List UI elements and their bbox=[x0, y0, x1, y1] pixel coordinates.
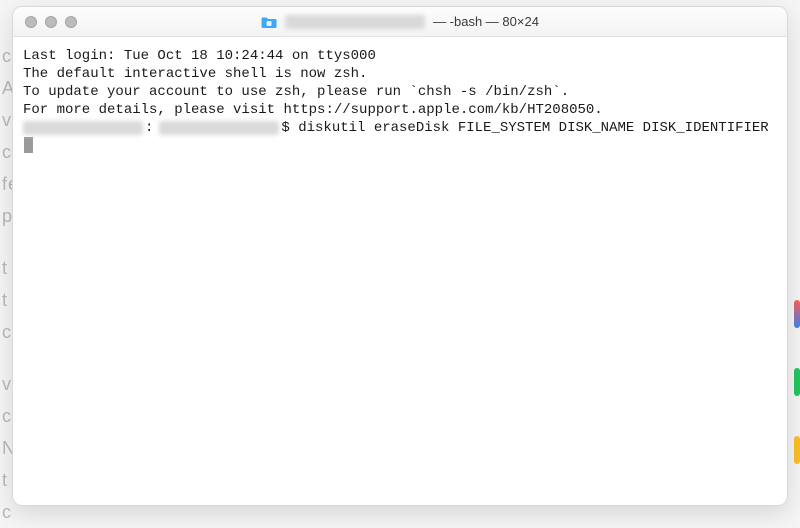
zsh-notice-line: To update your account to use zsh, pleas… bbox=[23, 83, 777, 101]
path-redacted bbox=[159, 121, 279, 135]
close-icon[interactable] bbox=[25, 16, 37, 28]
last-login-line: Last login: Tue Oct 18 10:24:44 on ttys0… bbox=[23, 47, 777, 65]
title-redacted bbox=[285, 15, 425, 29]
prompt-line: :$ diskutil eraseDisk FILE_SYSTEM DISK_N… bbox=[23, 119, 777, 153]
window-title: — -bash — 80×24 bbox=[261, 14, 539, 29]
title-suffix: — -bash — 80×24 bbox=[433, 14, 539, 29]
folder-icon bbox=[261, 15, 277, 29]
terminal-window: — -bash — 80×24 Last login: Tue Oct 18 1… bbox=[12, 6, 788, 506]
terminal-body[interactable]: Last login: Tue Oct 18 10:24:44 on ttys0… bbox=[13, 37, 787, 505]
traffic-lights bbox=[13, 16, 77, 28]
zsh-notice-line: For more details, please visit https://s… bbox=[23, 101, 777, 119]
zoom-icon[interactable] bbox=[65, 16, 77, 28]
command-text: diskutil eraseDisk FILE_SYSTEM DISK_NAME… bbox=[290, 119, 769, 137]
cursor bbox=[24, 137, 33, 153]
prompt-marker: $ bbox=[281, 119, 289, 137]
zsh-notice-line: The default interactive shell is now zsh… bbox=[23, 65, 777, 83]
titlebar[interactable]: — -bash — 80×24 bbox=[13, 7, 787, 37]
minimize-icon[interactable] bbox=[45, 16, 57, 28]
hostname-redacted bbox=[23, 121, 143, 135]
